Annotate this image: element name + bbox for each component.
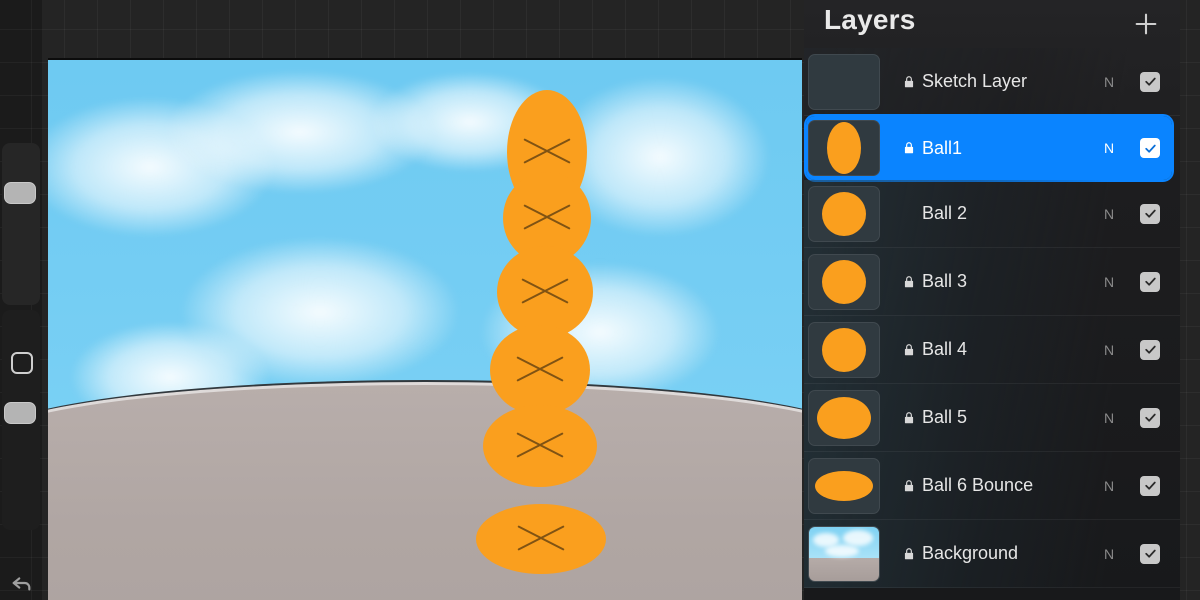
layer-thumbnail[interactable] [808, 525, 880, 582]
x-sketch-mark [512, 348, 568, 392]
layer-name-label: Ball 2 [922, 203, 968, 223]
blend-mode-label[interactable]: N [1092, 410, 1126, 426]
layer-name-label: Background [922, 543, 1019, 563]
left-toolbar [0, 0, 42, 600]
thumbnail-ball-shape [822, 259, 866, 304]
layers-panel-header: Layers [804, 0, 1180, 48]
layer-name-label: Ball 4 [922, 339, 968, 359]
x-sketch-mark [519, 130, 575, 174]
layer-name-label: Ball 6 Bounce [922, 475, 1034, 495]
ball-shape[interactable] [490, 325, 590, 415]
layer-name-wrap: Sketch Layer [902, 71, 1092, 92]
layer-visibility-checkbox[interactable] [1140, 339, 1160, 360]
layer-visibility-checkbox[interactable] [1140, 71, 1160, 92]
layer-name-label: Ball1 [922, 137, 963, 158]
brush-size-slider-handle[interactable] [4, 182, 36, 204]
layer-name-wrap: Background [902, 543, 1092, 564]
layers-panel: Layers Sketch Layer N Ball1 N Ball 2 N Ball 3 N… [804, 0, 1180, 600]
lock-icon[interactable] [902, 274, 916, 290]
ground-hill [48, 380, 802, 600]
layer-row[interactable]: Ball1 N [804, 114, 1174, 182]
layer-row[interactable]: Ball 6 Bounce N [804, 452, 1180, 520]
lock-icon[interactable] [902, 342, 916, 358]
layer-name-label: Ball 5 [922, 407, 968, 427]
lock-icon[interactable] [902, 140, 916, 156]
thumbnail-ball-shape [815, 470, 873, 501]
thumbnail-background-art [809, 526, 879, 581]
layer-name-label: Sketch Layer [922, 71, 1028, 91]
layer-list: Sketch Layer N Ball1 N Ball 2 N Ball 3 N Ball 4 N… [804, 48, 1180, 588]
blend-mode-label[interactable]: N [1092, 274, 1126, 290]
layer-visibility-checkbox[interactable] [1140, 138, 1160, 158]
layer-visibility-checkbox[interactable] [1140, 271, 1160, 292]
thumbnail-ball-shape [822, 327, 866, 372]
ball-shape[interactable] [483, 405, 597, 487]
layer-visibility-checkbox[interactable] [1140, 407, 1160, 428]
x-sketch-mark [512, 424, 568, 468]
ball-shape[interactable] [476, 504, 606, 574]
layer-row[interactable]: Ball 5 N [804, 384, 1180, 452]
blend-mode-label[interactable]: N [1092, 342, 1126, 358]
x-sketch-mark [513, 517, 569, 561]
layer-name-wrap: Ball 3 [902, 271, 1092, 292]
layer-thumbnail[interactable] [808, 321, 880, 378]
layer-visibility-checkbox[interactable] [1140, 475, 1160, 496]
lock-icon[interactable] [902, 74, 916, 90]
layer-name-label: Ball 3 [922, 271, 968, 291]
layer-name-wrap: Ball 4 [902, 339, 1092, 360]
layer-thumbnail[interactable] [808, 53, 880, 110]
lock-icon[interactable] [902, 410, 916, 426]
x-sketch-mark [517, 270, 573, 314]
layer-row[interactable]: Ball 2 N [804, 180, 1180, 248]
layer-thumbnail[interactable] [808, 457, 880, 514]
blend-mode-label[interactable]: N [1092, 206, 1126, 222]
layer-visibility-checkbox[interactable] [1140, 203, 1160, 224]
thumbnail-ball-shape [827, 122, 861, 174]
layer-thumbnail[interactable] [808, 253, 880, 310]
undo-arrow-icon[interactable] [8, 572, 36, 594]
rounded-square-icon[interactable] [11, 352, 33, 374]
layer-visibility-checkbox[interactable] [1140, 543, 1160, 564]
plus-icon[interactable] [1132, 10, 1160, 38]
page-title: Layers [824, 4, 916, 35]
layer-name-wrap: Ball1 [902, 138, 1092, 159]
blend-mode-label[interactable]: N [1092, 74, 1126, 90]
lock-icon[interactable] [902, 478, 916, 494]
blend-mode-label[interactable]: N [1092, 140, 1126, 156]
thumbnail-ball-shape [817, 396, 871, 439]
app-root: Layers Sketch Layer N Ball1 N Ball 2 N Ball 3 N… [0, 0, 1200, 600]
layer-row[interactable]: Sketch Layer N [804, 48, 1180, 116]
ball-shape[interactable] [497, 246, 593, 338]
lock-icon[interactable] [902, 546, 916, 562]
blend-mode-label[interactable]: N [1092, 478, 1126, 494]
layer-row[interactable]: Ball 3 N [804, 248, 1180, 316]
thumbnail-ball-shape [822, 191, 866, 236]
blend-mode-label[interactable]: N [1092, 546, 1126, 562]
layer-thumbnail[interactable] [808, 389, 880, 446]
brush-size-slider[interactable] [2, 143, 40, 305]
layer-row[interactable]: Ball 4 N [804, 316, 1180, 384]
layer-name-wrap: Ball 5 [902, 407, 1092, 428]
layer-name-wrap: Ball 6 Bounce [902, 475, 1092, 496]
layer-row[interactable]: Background N [804, 520, 1180, 588]
layer-thumbnail[interactable] [808, 185, 880, 242]
layer-name-wrap: Ball 2 [902, 203, 1092, 224]
drawing-canvas[interactable] [48, 58, 802, 600]
opacity-slider-handle[interactable] [4, 402, 36, 424]
layer-thumbnail[interactable] [808, 120, 880, 176]
x-sketch-mark [519, 196, 575, 240]
